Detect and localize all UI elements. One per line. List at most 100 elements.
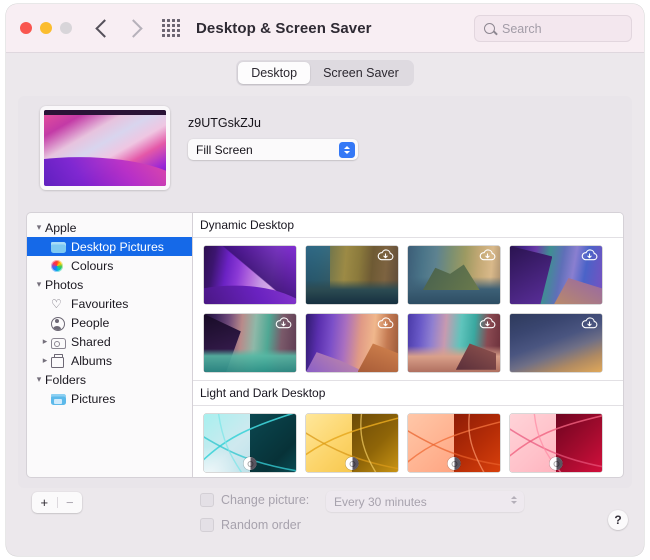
section-heading-dynamic-desktop: Dynamic Desktop xyxy=(193,213,623,238)
random-order-checkbox[interactable] xyxy=(200,518,214,532)
chevron-right-icon[interactable] xyxy=(124,18,143,38)
chevron-updown-icon[interactable] xyxy=(339,141,355,158)
sidebar-item-photos[interactable]: ▾ Photos xyxy=(27,275,192,294)
wallpaper-thumb-catalina-sand-dynamic[interactable] xyxy=(408,314,500,372)
window-toolbar: Desktop & Screen Saver Search xyxy=(6,4,644,53)
cloud-download-icon[interactable] xyxy=(377,317,394,330)
disclosure-closed-icon[interactable]: ▸ xyxy=(39,336,51,347)
sidebar-item-label: Pictures xyxy=(71,391,116,406)
disclosure-closed-icon[interactable]: ▸ xyxy=(39,355,51,366)
help-button[interactable]: ? xyxy=(608,510,628,530)
sidebar-item-label: People xyxy=(71,315,110,330)
tab-screen-saver[interactable]: Screen Saver xyxy=(310,62,412,84)
wallpaper-thumb-catalina-dunes-dynamic[interactable] xyxy=(306,314,398,372)
disclosure-open-icon[interactable]: ▾ xyxy=(33,279,45,290)
light-dark-toggle-icon[interactable] xyxy=(345,457,359,470)
wallpaper-thumb-solar-gradients-dynamic[interactable] xyxy=(510,314,602,372)
disclosure-open-icon[interactable]: ▾ xyxy=(33,222,45,233)
sidebar-item-people[interactable]: People xyxy=(27,313,192,332)
cloud-download-icon[interactable] xyxy=(581,317,598,330)
wallpaper-thumb-monterey-dynamic[interactable] xyxy=(204,246,296,304)
sidebar-item-label: Desktop Pictures xyxy=(71,239,164,254)
sidebar-item-colours[interactable]: Colours xyxy=(27,256,192,275)
chevron-left-icon[interactable] xyxy=(95,18,114,38)
sidebar-item-shared[interactable]: ▸ Shared xyxy=(27,332,192,351)
sidebar-item-folders[interactable]: ▾ Folders xyxy=(27,370,192,389)
wallpaper-thumb-big-sur-orange-light-dark[interactable] xyxy=(408,414,500,472)
sidebar-item-favourites[interactable]: ♡ Favourites xyxy=(27,294,192,313)
sidebar-item-label: Photos xyxy=(45,277,84,292)
light-dark-toggle-icon[interactable] xyxy=(549,457,563,470)
tab-desktop[interactable]: Desktop xyxy=(238,62,311,84)
section-heading-light-and-dark-desktop: Light and Dark Desktop xyxy=(193,380,623,406)
sidebar-item-pictures[interactable]: Pictures xyxy=(27,389,192,408)
add-folder-button[interactable]: + xyxy=(32,492,57,513)
sidebar-item-apple[interactable]: ▾ Apple xyxy=(27,218,192,237)
cloud-download-icon[interactable] xyxy=(275,317,292,330)
wallpaper-thumb-catalina-island-dynamic[interactable] xyxy=(408,246,500,304)
pictures-folder-icon xyxy=(51,392,66,406)
wallpaper-thumb-big-sur-pink-light-dark[interactable] xyxy=(510,414,602,472)
search-field[interactable]: Search xyxy=(474,15,632,42)
minimize-button-icon[interactable] xyxy=(40,22,52,34)
cloud-download-icon[interactable] xyxy=(479,317,496,330)
sidebar-item-label: Colours xyxy=(71,258,114,273)
change-picture-checkbox[interactable] xyxy=(200,493,214,507)
fit-mode-value: Fill Screen xyxy=(196,142,253,157)
disclosure-open-icon[interactable]: ▾ xyxy=(33,374,45,385)
wallpaper-gallery[interactable]: Dynamic Desktop Light and Dark Desktop xyxy=(192,212,624,478)
cloud-download-icon[interactable] xyxy=(581,249,598,262)
preferences-window: Desktop & Screen Saver Search Desktop Sc… xyxy=(6,4,644,556)
sources-sidebar[interactable]: ▾ Apple Desktop Pictures Colours ▾ Photo… xyxy=(26,212,192,478)
wallpaper-preview-image xyxy=(44,110,166,186)
zoom-button-icon[interactable] xyxy=(60,22,72,34)
traffic-light-group xyxy=(20,22,72,34)
wallpaper-thumb-big-sur-teal-light-dark[interactable] xyxy=(204,414,296,472)
bottom-bar: + − Change picture: Every 30 minutes Ran… xyxy=(6,488,644,556)
light-dark-toggle-icon[interactable] xyxy=(447,457,461,470)
sidebar-item-desktop-pictures[interactable]: Desktop Pictures xyxy=(27,237,192,256)
sidebar-item-label: Albums xyxy=(71,353,113,368)
person-icon xyxy=(51,316,66,331)
search-placeholder: Search xyxy=(502,21,542,36)
cloud-download-icon[interactable] xyxy=(479,249,496,262)
shared-album-icon xyxy=(51,335,66,349)
wallpaper-meta: z9UTGskZJu Fill Screen xyxy=(188,106,358,160)
browser-split: ▾ Apple Desktop Pictures Colours ▾ Photo… xyxy=(26,212,624,478)
remove-folder-button[interactable]: − xyxy=(58,492,83,513)
sidebar-item-label: Favourites xyxy=(71,296,129,311)
colour-wheel-icon xyxy=(51,259,66,273)
wallpaper-thumb-big-sur-coast-dynamic[interactable] xyxy=(306,246,398,304)
page-title: Desktop & Screen Saver xyxy=(196,19,372,37)
random-order-row: Random order xyxy=(200,518,301,532)
sidebar-item-label: Folders xyxy=(45,372,87,387)
all-preferences-grid-icon[interactable] xyxy=(162,19,180,37)
wallpaper-thumb-catalina-shoreline-dynamic[interactable] xyxy=(204,314,296,372)
sidebar-item-albums[interactable]: ▸ Albums xyxy=(27,351,192,370)
folder-icon xyxy=(51,240,66,254)
cloud-download-icon[interactable] xyxy=(377,249,394,262)
thumbnail-grid-dynamic xyxy=(193,238,623,372)
chevron-updown-icon xyxy=(511,495,517,504)
wallpaper-thumb-big-sur-amber-light-dark[interactable] xyxy=(306,414,398,472)
wallpaper-preview xyxy=(40,106,170,190)
thumbnail-grid-light-dark xyxy=(193,406,623,472)
sidebar-item-label: Shared xyxy=(71,334,111,349)
fit-mode-dropdown[interactable]: Fill Screen xyxy=(188,139,358,160)
sidebar-item-label: Apple xyxy=(45,220,77,235)
wallpaper-thumb-catalina-rocks-dynamic[interactable] xyxy=(510,246,602,304)
tab-bar: Desktop Screen Saver xyxy=(6,53,644,93)
wallpaper-name: z9UTGskZJu xyxy=(188,116,261,130)
search-icon xyxy=(484,23,495,34)
navigation-buttons xyxy=(95,18,143,38)
current-wallpaper-row: z9UTGskZJu Fill Screen xyxy=(18,96,632,190)
desktop-settings-panel: z9UTGskZJu Fill Screen ▾ Apple Desktop P… xyxy=(18,96,632,488)
tab-group: Desktop Screen Saver xyxy=(236,60,414,86)
add-remove-folder-group: + − xyxy=(32,492,82,513)
close-button-icon[interactable] xyxy=(20,22,32,34)
album-icon xyxy=(51,354,66,368)
change-interval-dropdown[interactable]: Every 30 minutes xyxy=(326,491,524,512)
light-dark-toggle-icon[interactable] xyxy=(243,457,257,470)
change-interval-value: Every 30 minutes xyxy=(334,494,427,509)
random-order-label: Random order xyxy=(221,518,301,532)
